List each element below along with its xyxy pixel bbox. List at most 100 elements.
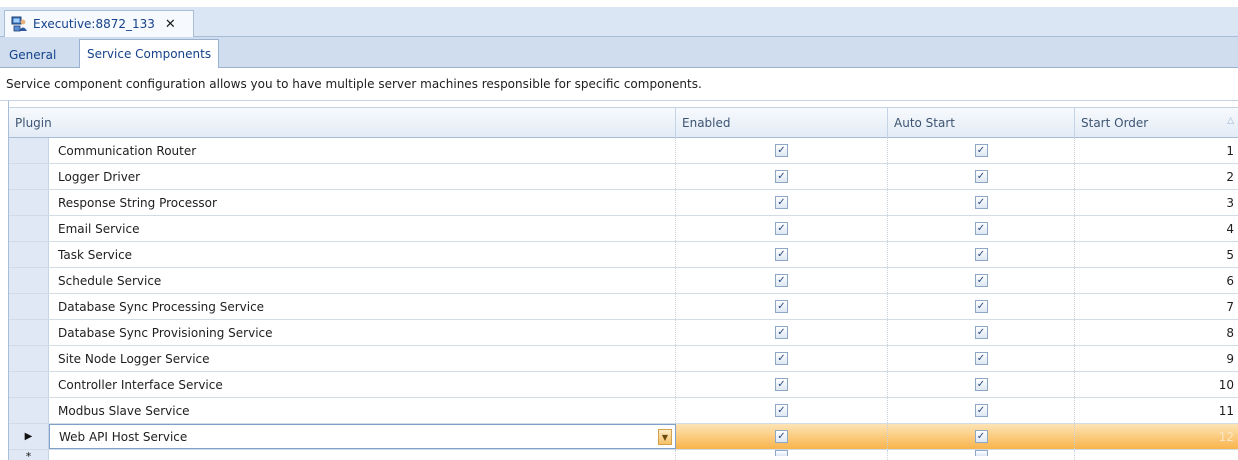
- checkbox-checked-icon: ✓: [976, 404, 986, 416]
- enabled-cell: ✓: [676, 268, 888, 293]
- enabled-cell: ✓: [676, 216, 888, 241]
- enabled-checkbox[interactable]: ✓: [775, 170, 788, 183]
- row-indicator[interactable]: [9, 346, 49, 371]
- table-row[interactable]: Task Service ✓ ✓ 5: [9, 242, 1238, 268]
- enabled-checkbox[interactable]: ✓: [775, 144, 788, 157]
- auto-start-checkbox[interactable]: ✓: [974, 222, 988, 235]
- auto-start-checkbox[interactable]: [974, 450, 988, 456]
- checkbox-checked-icon: ✓: [777, 404, 786, 416]
- enabled-checkbox[interactable]: ✓: [775, 404, 788, 417]
- table-row[interactable]: Database Sync Provisioning Service ✓ ✓ 8: [9, 320, 1238, 346]
- enabled-checkbox[interactable]: ✓: [775, 430, 788, 443]
- checkbox-checked-icon: ✓: [777, 274, 786, 286]
- enabled-checkbox[interactable]: ✓: [775, 222, 788, 235]
- table-row[interactable]: Logger Driver ✓ ✓ 2: [9, 164, 1238, 190]
- plugin-name-cell[interactable]: [49, 450, 676, 460]
- column-header-enabled[interactable]: Enabled: [676, 108, 888, 138]
- enabled-checkbox[interactable]: ✓: [775, 378, 788, 391]
- plugin-name-cell[interactable]: Response String Processor: [49, 190, 676, 215]
- table-row[interactable]: Response String Processor ✓ ✓ 3: [9, 190, 1238, 216]
- auto-start-checkbox[interactable]: ✓: [974, 352, 988, 365]
- plugin-name-cell[interactable]: Schedule Service: [49, 268, 676, 293]
- auto-start-checkbox[interactable]: ✓: [974, 300, 988, 313]
- row-indicator[interactable]: [9, 268, 49, 293]
- plugin-name-cell[interactable]: Controller Interface Service: [49, 372, 676, 397]
- start-order-cell[interactable]: 9: [1075, 346, 1238, 371]
- table-row[interactable]: Communication Router ✓ ✓ 1: [9, 138, 1238, 164]
- column-header-start-order[interactable]: Start Order △: [1075, 108, 1238, 138]
- row-indicator[interactable]: [9, 320, 49, 345]
- auto-start-checkbox[interactable]: ✓: [974, 430, 988, 443]
- new-row[interactable]: *: [9, 450, 1238, 460]
- table-row[interactable]: Modbus Slave Service ✓ ✓ 11: [9, 398, 1238, 424]
- row-indicator[interactable]: [9, 242, 49, 267]
- auto-start-checkbox[interactable]: ✓: [974, 170, 988, 183]
- close-icon[interactable]: ✕: [165, 17, 176, 32]
- enabled-checkbox[interactable]: ✓: [775, 196, 788, 209]
- start-order-cell[interactable]: 6: [1075, 268, 1238, 293]
- plugin-name-cell[interactable]: Modbus Slave Service: [49, 398, 676, 423]
- checkbox-checked-icon: ✓: [777, 170, 786, 182]
- start-order-cell[interactable]: 7: [1075, 294, 1238, 319]
- chevron-down-icon[interactable]: ▼: [658, 429, 672, 445]
- checkbox-checked-icon: ✓: [777, 144, 786, 156]
- enabled-checkbox[interactable]: ✓: [775, 274, 788, 287]
- plugin-name-cell[interactable]: Task Service: [49, 242, 676, 267]
- row-indicator[interactable]: [9, 398, 49, 423]
- table-row[interactable]: Site Node Logger Service ✓ ✓ 9: [9, 346, 1238, 372]
- start-order-cell[interactable]: 3: [1075, 190, 1238, 215]
- start-order-cell[interactable]: 4: [1075, 216, 1238, 241]
- start-order-cell[interactable]: 10: [1075, 372, 1238, 397]
- row-indicator[interactable]: [9, 372, 49, 397]
- enabled-checkbox[interactable]: ✓: [775, 326, 788, 339]
- auto-start-checkbox[interactable]: ✓: [974, 248, 988, 261]
- start-order-cell[interactable]: 1: [1075, 138, 1238, 163]
- table-row[interactable]: Database Sync Processing Service ✓ ✓ 7: [9, 294, 1238, 320]
- row-indicator[interactable]: [9, 164, 49, 189]
- column-header-plugin[interactable]: Plugin: [9, 108, 676, 138]
- enabled-checkbox[interactable]: [775, 450, 788, 456]
- plugin-name-cell[interactable]: Web API Host Service ▼: [49, 424, 676, 449]
- auto-start-checkbox[interactable]: ✓: [974, 274, 988, 287]
- enabled-checkbox[interactable]: ✓: [775, 300, 788, 313]
- new-row-indicator[interactable]: *: [9, 450, 49, 460]
- checkbox-checked-icon: ✓: [976, 248, 986, 260]
- table-row[interactable]: Schedule Service ✓ ✓ 6: [9, 268, 1238, 294]
- enabled-checkbox[interactable]: ✓: [775, 352, 788, 365]
- enabled-checkbox[interactable]: ✓: [775, 248, 788, 261]
- plugin-name-cell[interactable]: Email Service: [49, 216, 676, 241]
- tab-general[interactable]: General: [2, 42, 63, 68]
- plugin-name-cell[interactable]: Communication Router: [49, 138, 676, 163]
- row-indicator[interactable]: [9, 294, 49, 319]
- row-indicator[interactable]: [9, 138, 49, 163]
- tab-service-components[interactable]: Service Components: [79, 39, 220, 69]
- document-tab[interactable]: Executive:8872_133 ✕: [4, 10, 194, 37]
- auto-start-checkbox[interactable]: ✓: [974, 196, 988, 209]
- start-order-cell[interactable]: 2: [1075, 164, 1238, 189]
- plugin-name-cell[interactable]: Site Node Logger Service: [49, 346, 676, 371]
- plugin-name: Web API Host Service: [59, 429, 188, 444]
- plugin-name-cell[interactable]: Database Sync Provisioning Service: [49, 320, 676, 345]
- column-header-auto-start[interactable]: Auto Start: [888, 108, 1075, 138]
- plugin-name-cell[interactable]: Logger Driver: [49, 164, 676, 189]
- start-order-cell[interactable]: 12: [1075, 424, 1238, 449]
- auto-start-cell: ✓: [888, 138, 1075, 163]
- start-order-cell[interactable]: 5: [1075, 242, 1238, 267]
- table-row[interactable]: Controller Interface Service ✓ ✓ 10: [9, 372, 1238, 398]
- start-order-cell[interactable]: 8: [1075, 320, 1238, 345]
- row-indicator[interactable]: [9, 190, 49, 215]
- start-order-cell[interactable]: 11: [1075, 398, 1238, 423]
- auto-start-checkbox[interactable]: ✓: [974, 378, 988, 391]
- start-order-cell[interactable]: [1075, 450, 1238, 460]
- row-indicator[interactable]: [9, 216, 49, 241]
- auto-start-checkbox[interactable]: ✓: [974, 144, 988, 157]
- row-indicator[interactable]: ▶: [9, 424, 49, 449]
- checkbox-checked-icon: ✓: [777, 430, 786, 442]
- plugin-name-cell[interactable]: Database Sync Processing Service: [49, 294, 676, 319]
- enabled-cell: ✓: [676, 138, 888, 163]
- checkbox-checked-icon: ✓: [777, 248, 786, 260]
- table-row[interactable]: Email Service ✓ ✓ 4: [9, 216, 1238, 242]
- table-row[interactable]: ▶ Web API Host Service ▼ ✓ ✓ 12: [9, 424, 1238, 450]
- auto-start-checkbox[interactable]: ✓: [974, 326, 988, 339]
- auto-start-checkbox[interactable]: ✓: [974, 404, 988, 417]
